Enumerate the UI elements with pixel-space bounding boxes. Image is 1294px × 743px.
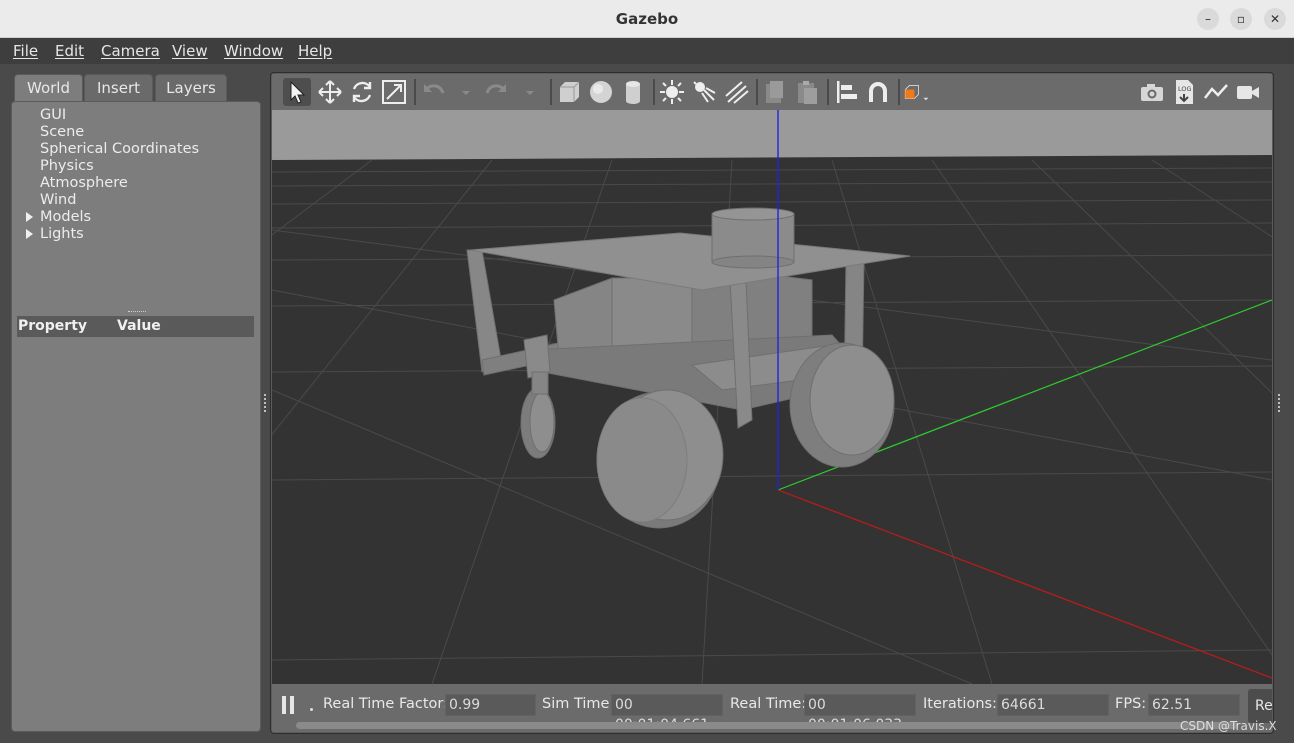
menu-window[interactable]: Window: [224, 42, 283, 60]
redo-icon[interactable]: [482, 78, 510, 106]
redo-history-dropdown-icon[interactable]: [516, 78, 534, 106]
tab-layers[interactable]: Layers: [155, 74, 227, 102]
record-video-icon[interactable]: [1234, 78, 1262, 106]
undo-history-dropdown-icon[interactable]: [452, 78, 470, 106]
fps-value: 62.51: [1148, 694, 1240, 716]
rotate-icon[interactable]: [348, 78, 376, 106]
real-time-value: 00 00:01:06.033: [804, 694, 916, 733]
real-time-factor-label: Real Time Factor:: [323, 696, 448, 712]
tree-item-scene[interactable]: Scene: [40, 124, 84, 140]
left-splitter-grip[interactable]: [264, 394, 266, 412]
tree-item-gui[interactable]: GUI: [40, 107, 66, 123]
screenshot-icon[interactable]: [1138, 78, 1166, 106]
tree-item-physics[interactable]: Physics: [40, 158, 94, 174]
property-table-header: Property Value: [17, 316, 254, 337]
menu-view[interactable]: View: [172, 42, 208, 60]
log-icon[interactable]: LOG: [1170, 78, 1198, 106]
plot-icon[interactable]: [1202, 78, 1230, 106]
iterations-label: Iterations:: [923, 696, 997, 712]
right-splitter-grip[interactable]: [1278, 394, 1280, 412]
tab-insert[interactable]: Insert: [84, 74, 153, 102]
scale-icon[interactable]: [380, 78, 408, 106]
menu-help[interactable]: Help: [298, 42, 332, 60]
copy-icon[interactable]: [761, 78, 789, 106]
scene-viewport[interactable]: [272, 110, 1272, 684]
menu-camera[interactable]: Camera: [101, 42, 160, 60]
translate-icon[interactable]: [316, 78, 344, 106]
expand-arrow-icon[interactable]: [26, 212, 33, 222]
directional-light-icon[interactable]: [722, 78, 750, 106]
step-dot-icon[interactable]: [310, 708, 313, 711]
property-column-header: Property: [18, 318, 88, 334]
toolbar: LOG: [272, 74, 1272, 110]
box-icon[interactable]: [555, 78, 583, 106]
sim-time-label: Sim Time:: [542, 696, 615, 712]
horizontal-scrollbar[interactable]: [296, 722, 1238, 729]
sphere-icon[interactable]: [587, 78, 615, 106]
svg-text:LOG: LOG: [1178, 85, 1192, 93]
tree-item-atmosphere[interactable]: Atmosphere: [40, 175, 128, 191]
point-light-icon[interactable]: [658, 78, 686, 106]
value-column-header: Value: [117, 318, 161, 334]
minimize-button[interactable]: –: [1197, 8, 1219, 30]
tree-item-models[interactable]: Models: [40, 209, 91, 225]
paste-icon[interactable]: [793, 78, 821, 106]
snap-magnet-icon[interactable]: [864, 78, 892, 106]
accent-swatch: [905, 89, 915, 99]
menu-file[interactable]: File: [13, 42, 38, 60]
sim-time-value: 00 00:01:04.661: [611, 694, 723, 733]
panel-splitter-handle[interactable]: [128, 311, 146, 313]
close-button[interactable]: ✕: [1264, 8, 1286, 30]
spot-light-icon[interactable]: [690, 78, 718, 106]
select-arrow-icon[interactable]: [283, 78, 311, 106]
iterations-value: 64661: [997, 694, 1109, 716]
reset-time-button[interactable]: Reset: [1248, 689, 1272, 723]
tree-item-wind[interactable]: Wind: [40, 192, 76, 208]
menu-bar: File Edit Camera View Window Help: [0, 38, 1294, 64]
cylinder-icon[interactable]: [619, 78, 647, 106]
tree-item-lights[interactable]: Lights: [40, 226, 84, 242]
fps-label: FPS:: [1115, 696, 1147, 712]
gazebo-window: Gazebo – ▫ ✕ File Edit Camera View Windo…: [0, 0, 1294, 743]
real-time-label: Real Time:: [730, 696, 807, 712]
real-time-factor-value: 0.99: [445, 694, 536, 716]
scene-render: [272, 110, 1272, 684]
expand-arrow-icon[interactable]: [26, 229, 33, 239]
maximize-button[interactable]: ▫: [1230, 8, 1252, 30]
align-icon[interactable]: [832, 78, 860, 106]
undo-icon[interactable]: [420, 78, 448, 106]
view-angle-icon[interactable]: [902, 78, 936, 106]
title-bar: Gazebo – ▫ ✕: [0, 0, 1294, 38]
tree-item-spherical-coordinates[interactable]: Spherical Coordinates: [40, 141, 199, 157]
menu-edit[interactable]: Edit: [55, 42, 84, 60]
pause-icon[interactable]: [281, 696, 297, 714]
tab-world[interactable]: World: [14, 74, 83, 103]
watermark: CSDN @Travis.X: [1180, 719, 1277, 733]
window-title: Gazebo: [615, 10, 679, 28]
